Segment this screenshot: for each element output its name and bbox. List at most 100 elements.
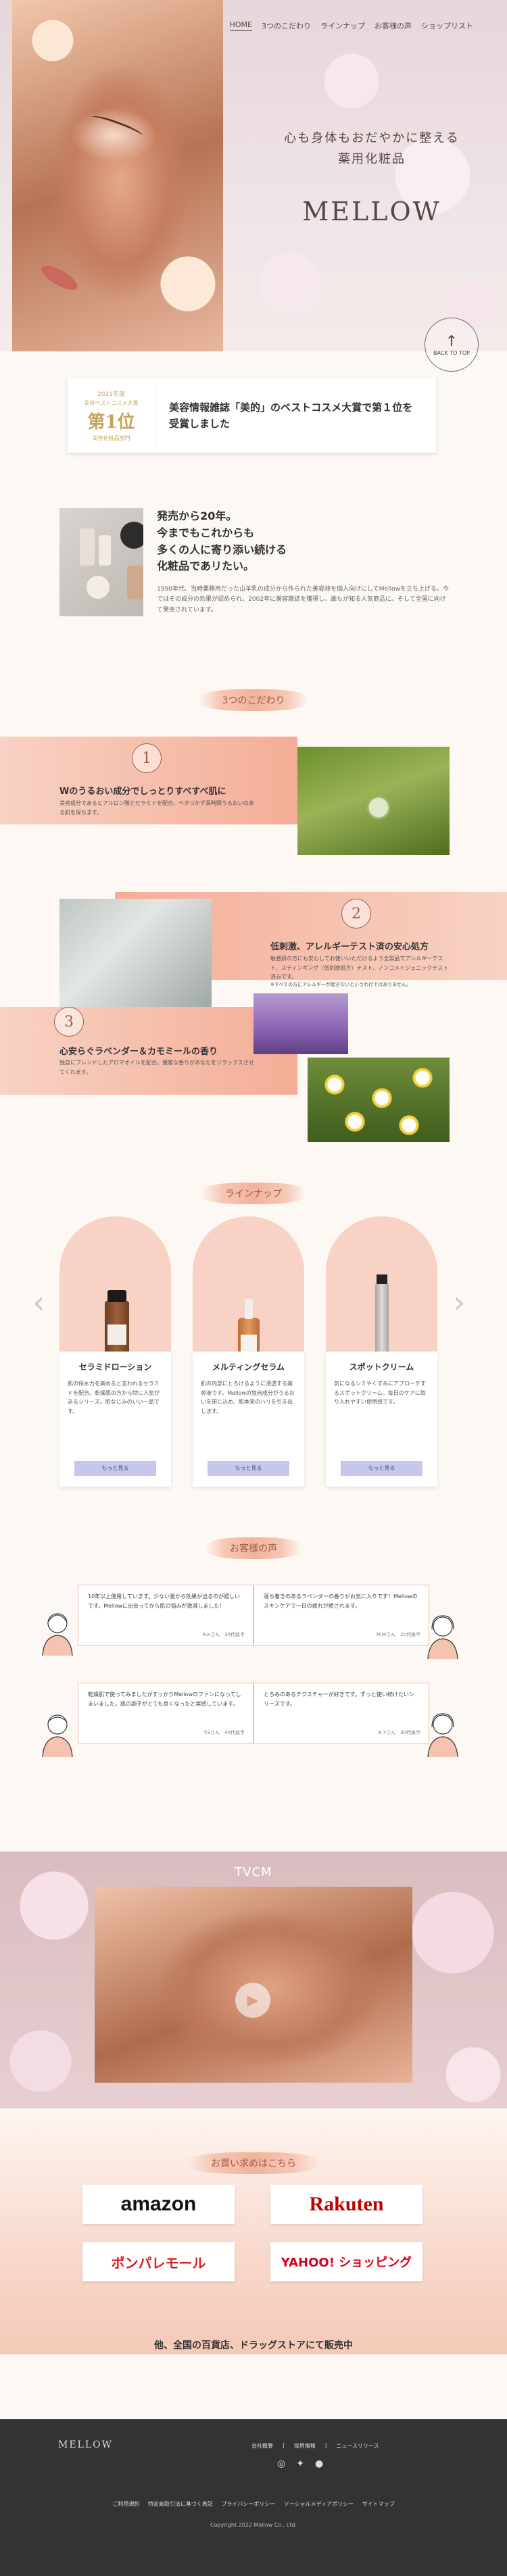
intro-text: 発売から20年。 今までもこれからも 多くの人に寄り添い続ける 化粧品であリたい…: [157, 508, 452, 616]
more-button[interactable]: もっと見る: [74, 1461, 156, 1476]
instagram-icon[interactable]: ◎: [277, 2458, 285, 2469]
voice-author: R.Kさん 30代前半: [202, 1632, 245, 1638]
footer-logo[interactable]: MELLOW: [58, 2439, 113, 2450]
shop-ponparemall-button[interactable]: ポンパレモール: [82, 2242, 235, 2281]
hero-brand: MELLOW: [302, 197, 441, 227]
play-icon[interactable]: ▶: [235, 1983, 270, 2018]
product-name: スポットクリーム: [349, 1362, 414, 1372]
nav-voice[interactable]: お客様の声: [375, 20, 412, 31]
yahoo-shopping-logo: YAHOO! ショッピング: [281, 2256, 412, 2270]
footer-sub-links: ご利用規約 特定商取引法に基づく表記 プライバシーポリシー ソーシャルメディアポ…: [0, 2500, 507, 2508]
shop-rakuten-button[interactable]: Rakuten: [270, 2185, 422, 2224]
nav-home[interactable]: HOME: [229, 20, 252, 31]
feature-1-desc: 美容成分であるヒアルロン酸とセラミドを配合。ベタつかず長時間うるおいのある肌を保…: [59, 800, 254, 816]
feature-1-number: 1: [132, 743, 162, 773]
product-card-3: スポットクリーム 気になるシミやくすみにアプローチするスポットクリーム。毎日のケ…: [326, 1352, 437, 1487]
shop-amazon-button[interactable]: amazon: [82, 2185, 235, 2224]
chevron-left-icon[interactable]: ‹: [32, 1284, 45, 1320]
award-sub: 美容化粧品部門: [92, 435, 130, 441]
back-to-top-button[interactable]: ↑ BACK TO TOP: [425, 318, 479, 372]
voice-card-2: 落ち着きのあるラベンダーの香りがお気に入りです！Mellowのスキンケアで一日の…: [254, 1585, 429, 1645]
footer: MELLOW 会社概要 | 採用情報 | ニュースリリース ◎ ✦ ● ご利用規…: [0, 2419, 507, 2576]
section-title-voice: お客様の声: [0, 1537, 507, 1559]
feature-1-image: [297, 747, 450, 855]
tvcm-title: TVCM: [235, 1865, 272, 1879]
feature-2-note: ※すべての方にアレルギーが起きないというわけではありません。: [270, 982, 411, 987]
footer-link-social-policy[interactable]: ソーシャルメディアポリシー: [284, 2501, 354, 2507]
nav-lineup[interactable]: ラインナップ: [320, 20, 365, 31]
copyright: Copyright 2022 Mellow Co., Ltd.: [210, 2522, 297, 2528]
feature-1-title: Wのうるおい成分でしっとりすべすべ肌に: [59, 787, 226, 797]
intro-photo: [59, 508, 144, 616]
footer-link-recruit[interactable]: 採用情報: [294, 2442, 316, 2450]
intro: 発売から20年。 今までもこれからも 多くの人に寄り添い続ける 化粧品であリたい…: [59, 508, 452, 616]
voice-author: M.Mさん 20代後半: [376, 1632, 420, 1638]
award-badge: 2021年度 美容ベストコスメ大賞 第1位 美容化粧品部門: [68, 385, 155, 446]
footer-link-news[interactable]: ニュースリリース: [336, 2442, 379, 2450]
global-nav: HOME 3つのこだわり ラインナップ お客様の声 ショップリスト: [229, 20, 473, 31]
hero-eye: [90, 112, 144, 141]
product-desc: 肌の保水力を高めると言われるセラミドを配合。乾燥肌の方から特に人気があるシリーズ…: [68, 1381, 160, 1414]
section-title-lineup-text: ラインナップ: [201, 1183, 306, 1204]
customer-avatar-icon: [42, 1613, 73, 1656]
footer-link-terms[interactable]: ご利用規約: [112, 2501, 139, 2507]
customer-avatar-icon: [42, 1714, 73, 1757]
award-rank: 第1位: [87, 412, 135, 432]
hero-photo: [12, 0, 223, 351]
award-text-line-1: 美容情報雑誌「美的」のベストコスメ大賞で第１位を: [169, 401, 413, 414]
voice-text: 乾燥肌で使ってみましたがすっかりMellowのファンになってしまいました。肌の調…: [88, 1691, 241, 1707]
intro-heading-1: 発売から20年。: [157, 510, 237, 522]
product-card-2: メルティングセラム 肌の内部にとろけるように浸透する美容液です。Mellowの独…: [193, 1352, 304, 1487]
nav-kodawari[interactable]: 3つのこだわり: [262, 20, 311, 31]
section-title-voice-text: お客様の声: [206, 1537, 301, 1559]
footer-link-tokushoho[interactable]: 特定商取引法に基づく表記: [148, 2501, 213, 2507]
nav-shoplist[interactable]: ショップリスト: [421, 20, 473, 31]
footer-social: ◎ ✦ ●: [277, 2458, 323, 2469]
section-title-kodawari: 3つのこだわり: [0, 689, 507, 711]
product-desc: 気になるシミやくすみにアプローチするスポットクリーム。毎日のケアに取り入れやすい…: [334, 1381, 426, 1406]
footer-link-company[interactable]: 会社概要: [251, 2442, 273, 2450]
ponparemall-logo: ポンパレモール: [111, 2254, 206, 2271]
product-card-1: セラミドローション 肌の保水力を高めると言われるセラミドを配合。乾燥肌の方から特…: [59, 1352, 171, 1487]
section-title-kodawari-text: 3つのこだわり: [197, 689, 310, 711]
feature-2-title: 低刺激、アレルギーテスト済の安心処方: [270, 942, 429, 952]
award-box: 2021年度 美容ベストコスメ大賞 第1位 美容化粧品部門 美容情報雑誌「美的」…: [68, 378, 436, 453]
more-button[interactable]: もっと見る: [341, 1461, 422, 1476]
twitter-icon[interactable]: ✦: [296, 2458, 304, 2469]
product-name: メルティングセラム: [212, 1362, 285, 1372]
feature-3-image-lavender: [254, 993, 348, 1054]
hero-tagline-2: 薬用化粧品: [338, 151, 406, 166]
section-title-lineup: ラインナップ: [0, 1183, 507, 1204]
section-title-buy: お買い求めはこちら: [0, 2152, 507, 2174]
voice-card-3: 乾燥肌で使ってみましたがすっかりMellowのファンになってしまいました。肌の調…: [78, 1683, 254, 1743]
voice-author: Y.Sさん 40代前半: [203, 1730, 245, 1736]
feature-3-title: 心安らぐラベンダー＆カモミールの香り: [59, 1047, 218, 1057]
arrow-up-icon: ↑: [445, 333, 458, 350]
voice-text: 落ち着きのあるラベンダーの香りがお気に入りです！Mellowのスキンケアで一日の…: [264, 1593, 418, 1609]
feature-2-number: 2: [341, 899, 371, 928]
intro-body: 1990年代、当時業務用だった山羊乳の成分から作られた美容液を個人向けにしてMe…: [157, 586, 449, 614]
shop-yahoo-button[interactable]: YAHOO! ショッピング: [270, 2242, 422, 2281]
feature-2-image: [59, 899, 212, 1007]
amazon-logo: amazon: [120, 2193, 197, 2215]
product-name: セラミドローション: [78, 1362, 152, 1372]
hero-lips: [38, 261, 81, 295]
award-org: 美容ベストコスメ大賞: [84, 400, 139, 406]
chevron-right-icon[interactable]: ›: [453, 1284, 465, 1320]
rakuten-logo: Rakuten: [309, 2193, 384, 2215]
feature-3-image-chamomile: [308, 1058, 450, 1142]
intro-heading-3: 多くの人に寄り添い続ける: [157, 543, 287, 556]
footer-links: 会社概要 | 採用情報 | ニュースリリース: [251, 2442, 379, 2450]
more-button[interactable]: もっと見る: [208, 1461, 289, 1476]
feature-3-number: 3: [54, 1007, 84, 1037]
voice-card-1: 10年以上使用しています。少ない量から効果が出るのが嬉しいです。Mellowに出…: [78, 1585, 254, 1645]
section-title-buy-text: お買い求めはこちら: [187, 2152, 320, 2174]
footer-link-privacy[interactable]: プライバシーポリシー: [221, 2501, 275, 2507]
feature-2-desc: 敏感肌の方にも安心してお使いいただけるよう全製品でアレルギーテスト、スティンギン…: [270, 956, 449, 981]
intro-heading-2: 今までもこれからも: [157, 526, 255, 539]
hero-copy: 心も身体もおだやかに整える 薬用化粧品 MELLOW: [270, 128, 473, 226]
footer-link-sitemap[interactable]: サイトマップ: [362, 2501, 395, 2507]
facebook-icon[interactable]: ●: [315, 2458, 323, 2469]
buy-note: 他、全国の百貨店、ドラッグストアにて販売中: [154, 2340, 353, 2351]
voice-text: 10年以上使用しています。少ない量から効果が出るのが嬉しいです。Mellowに出…: [88, 1593, 241, 1609]
